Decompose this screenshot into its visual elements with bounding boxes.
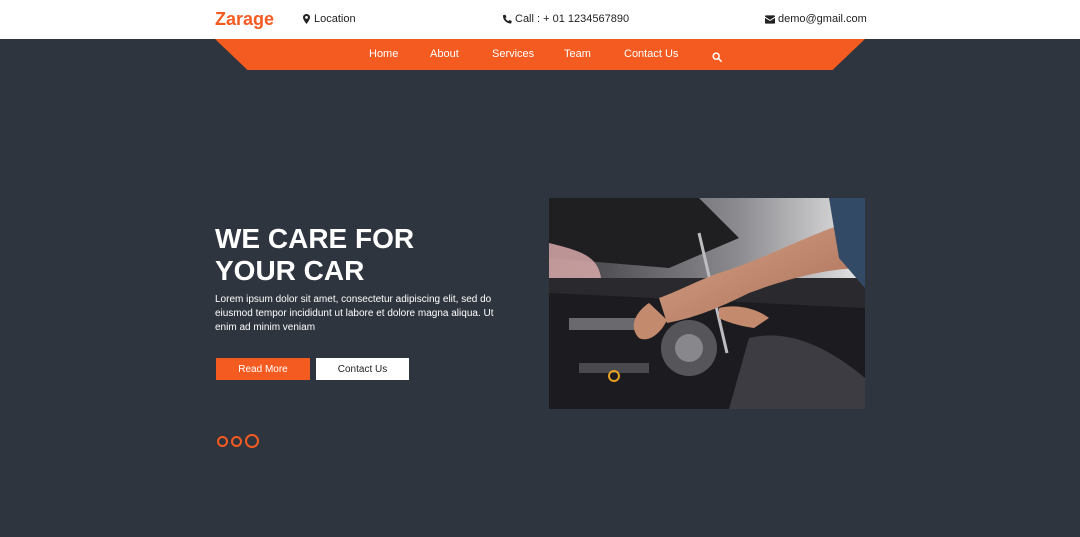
email-label: demo@gmail.com bbox=[778, 13, 867, 25]
location-label: Location bbox=[314, 13, 356, 25]
location-info[interactable]: Location bbox=[302, 13, 356, 25]
nav-contact-us[interactable]: Contact Us bbox=[624, 48, 678, 60]
mechanic-photo bbox=[549, 198, 865, 409]
slider-indicators bbox=[217, 434, 259, 448]
brand-logo[interactable]: Zarage bbox=[215, 9, 274, 30]
nav-team[interactable]: Team bbox=[564, 48, 591, 60]
nav-services[interactable]: Services bbox=[492, 48, 534, 60]
nav-home[interactable]: Home bbox=[369, 48, 398, 60]
map-marker-icon bbox=[303, 14, 310, 24]
hero-description: Lorem ipsum dolor sit amet, consectetur … bbox=[215, 294, 494, 333]
hero-title: WE CARE FOR YOUR CAR bbox=[215, 223, 415, 286]
main-navbar bbox=[215, 39, 865, 70]
email-info[interactable]: demo@gmail.com bbox=[765, 13, 867, 25]
call-info[interactable]: Call : + 01 1234567890 bbox=[503, 13, 629, 25]
slide-dot-2[interactable] bbox=[231, 435, 242, 447]
envelope-icon bbox=[765, 14, 775, 24]
call-label: Call : + 01 1234567890 bbox=[515, 13, 630, 25]
read-more-button[interactable]: Read More bbox=[216, 358, 310, 380]
slide-dot-1[interactable] bbox=[217, 435, 228, 447]
search-icon[interactable] bbox=[712, 49, 722, 62]
nav-about[interactable]: About bbox=[430, 48, 459, 60]
slide-dot-3-active[interactable] bbox=[245, 434, 259, 448]
phone-icon bbox=[503, 14, 512, 24]
contact-us-button[interactable]: Contact Us bbox=[316, 358, 409, 380]
